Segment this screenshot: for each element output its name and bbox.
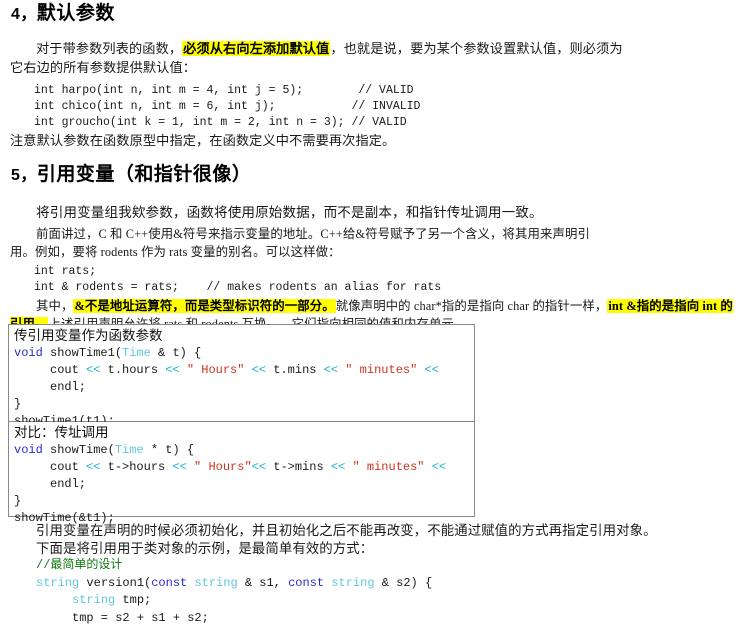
section-5-paragraph-2-line2: 用。例如，要将 rodents 作为 rats 变量的别名。可以这样做：	[10, 243, 735, 261]
code-line: tmp = s2 + s1 + s2;	[36, 610, 736, 627]
code-token: " minutes"	[338, 363, 417, 377]
code-token: <<	[86, 363, 100, 377]
code-token	[417, 363, 424, 377]
code-token: <<	[252, 460, 266, 474]
code-token: string	[72, 593, 115, 607]
code-token: " minutes"	[345, 460, 424, 474]
section-5-paragraph-1: 将引用变量组我欸参数，函数将使用原始数据，而不是副本，和指针传址调用一致。	[10, 203, 735, 222]
code-box-2-lines: void showTime(Time * t) { cout << t->hou…	[14, 442, 470, 527]
code-token: const	[151, 576, 187, 590]
code-token: showTime1(	[43, 346, 122, 360]
code-token: void	[14, 443, 43, 457]
code-token: t.hours	[100, 363, 165, 377]
section-5-paragraph-2-line1: 前面讲过，C 和 C++使用&符号来指示变量的地址。C++给&符号赋予了另一个含…	[10, 225, 735, 243]
code-token: string	[194, 576, 237, 590]
code-line: string version1(const string & s1, const…	[36, 575, 736, 593]
code-token: " Hours"	[187, 460, 252, 474]
section-4-heading: 4，默认参数	[11, 3, 115, 25]
code-token: t->mins	[266, 460, 331, 474]
code-token: endl;	[14, 380, 86, 394]
closing-line1: 引用变量在声明的时候必须初始化，并且初始化之后不能再改变，不能通过赋值的方式再指…	[36, 523, 657, 538]
code-box-2-title: 对比：传址调用	[14, 424, 470, 442]
code-token: <<	[331, 460, 345, 474]
s5-p1-text: 将引用变量组我欸参数，函数将使用原始数据，而不是副本，和指针传址调用一致。	[36, 205, 543, 220]
code-token: * t) {	[144, 443, 194, 457]
code-token	[36, 593, 72, 607]
code-box-1-lines: void showTime1(Time & t) { cout << t.hou…	[14, 345, 470, 430]
code-token: t.mins	[266, 363, 324, 377]
code-token: string	[331, 576, 374, 590]
code-token: <<	[86, 460, 100, 474]
section-4-title: 默认参数	[37, 3, 115, 24]
code-token: endl;	[14, 477, 86, 491]
final-code-sample: //最简单的设计string version1(const string & s…	[36, 557, 736, 627]
code-token: string	[36, 576, 79, 590]
code-line: int rats;	[34, 264, 441, 280]
section-5-heading: 5，引用变量（和指针很像）	[11, 164, 251, 186]
code-token: " Hours"	[180, 363, 245, 377]
code-token: showTime(	[43, 443, 115, 457]
code-token: t->hours	[100, 460, 172, 474]
code-line: int & rodents = rats; // makes rodents a…	[34, 280, 441, 296]
section-5-number: 5，	[11, 167, 37, 184]
code-line: void showTime1(Time & t) {	[14, 345, 470, 362]
s4-p1-before: 对于带参数列表的函数，	[36, 41, 182, 56]
code-box-1-title: 传引用变量作为函数参数	[14, 327, 470, 345]
code-token: <<	[172, 460, 186, 474]
code-box-pass-by-reference: 传引用变量作为函数参数 void showTime1(Time & t) { c…	[8, 324, 475, 422]
code-token: <<	[252, 363, 266, 377]
code-token: & s2) {	[375, 576, 433, 590]
document-page: 4，默认参数 对于带参数列表的函数，必须从右向左添加默认值，也就是说，要为某个参…	[0, 0, 739, 613]
closing-paragraph-line1: 引用变量在声明的时候必须初始化，并且初始化之后不能再改变，不能通过赋值的方式再指…	[10, 521, 735, 540]
code-line: cout << t.hours << " Hours" << t.mins <<…	[14, 362, 470, 379]
section-4-number: 4，	[11, 6, 37, 23]
section-4-note: 注意默认参数在函数原型中指定，在函数定义中不需要再次指定。	[10, 131, 730, 150]
code-token	[244, 363, 251, 377]
code-line: }	[14, 396, 470, 413]
section-4-paragraph-line1: 对于带参数列表的函数，必须从右向左添加默认值，也就是说，要为某个参数设置默认值，…	[10, 39, 730, 58]
section-5-title: 引用变量（和指针很像）	[37, 164, 252, 185]
code-token: cout	[14, 363, 86, 377]
code-line: int harpo(int n, int m = 4, int j = 5); …	[34, 83, 420, 99]
code-token: const	[288, 576, 324, 590]
section-4-code-sample: int harpo(int n, int m = 4, int j = 5); …	[34, 83, 420, 131]
code-token: //最简单的设计	[36, 558, 122, 572]
s5-p3-prefix: 其中，	[36, 299, 73, 313]
code-line: int groucho(int k = 1, int m = 2, int n …	[34, 115, 420, 131]
code-token: }	[14, 397, 21, 411]
code-line: }	[14, 493, 470, 510]
code-token: & t) {	[151, 346, 201, 360]
section-5-code-sample: int rats; int & rodents = rats; // makes…	[34, 264, 441, 296]
code-line: endl;	[14, 379, 470, 396]
code-token: <<	[425, 363, 439, 377]
closing-paragraph-line2: 下面是将引用用于类对象的示例，是最简单有效的方式：	[36, 539, 739, 558]
s5-p3-highlight-1: &不是地址运算符，而是类型标识符的一部分。	[73, 299, 335, 313]
code-token: cout	[14, 460, 86, 474]
code-token: version1(	[79, 576, 151, 590]
code-box-pass-by-pointer: 对比：传址调用 void showTime(Time * t) { cout <…	[8, 422, 475, 517]
code-token: <<	[324, 363, 338, 377]
code-line: endl;	[14, 476, 470, 493]
code-token	[425, 460, 432, 474]
code-token: <<	[165, 363, 179, 377]
code-token: void	[14, 346, 43, 360]
code-token: Time	[115, 443, 144, 457]
s4-p1-highlight: 必须从右向左添加默认值	[182, 41, 330, 56]
code-line: string tmp;	[36, 592, 736, 610]
s5-p3-mid: 就像声明中的 char*指的是指向 char 的指针一样，	[336, 299, 608, 313]
code-line: //最简单的设计	[36, 557, 736, 575]
section-4-paragraph-line2: 它右边的所有参数提供默认值：	[10, 58, 730, 77]
code-line: int chico(int n, int m = 6, int j); // I…	[34, 99, 420, 115]
code-token: }	[14, 494, 21, 508]
code-line: void showTime(Time * t) {	[14, 442, 470, 459]
s5-p2-line1: 前面讲过，C 和 C++使用&符号来指示变量的地址。C++给&符号赋予了另一个含…	[36, 227, 590, 241]
code-token: & s1,	[238, 576, 288, 590]
code-token: <<	[432, 460, 446, 474]
code-token: Time	[122, 346, 151, 360]
code-token: tmp;	[115, 593, 151, 607]
s4-p1-after: ，也就是说，要为某个参数设置默认值，则必须为	[330, 41, 622, 56]
code-line: cout << t->hours << " Hours"<< t->mins <…	[14, 459, 470, 476]
